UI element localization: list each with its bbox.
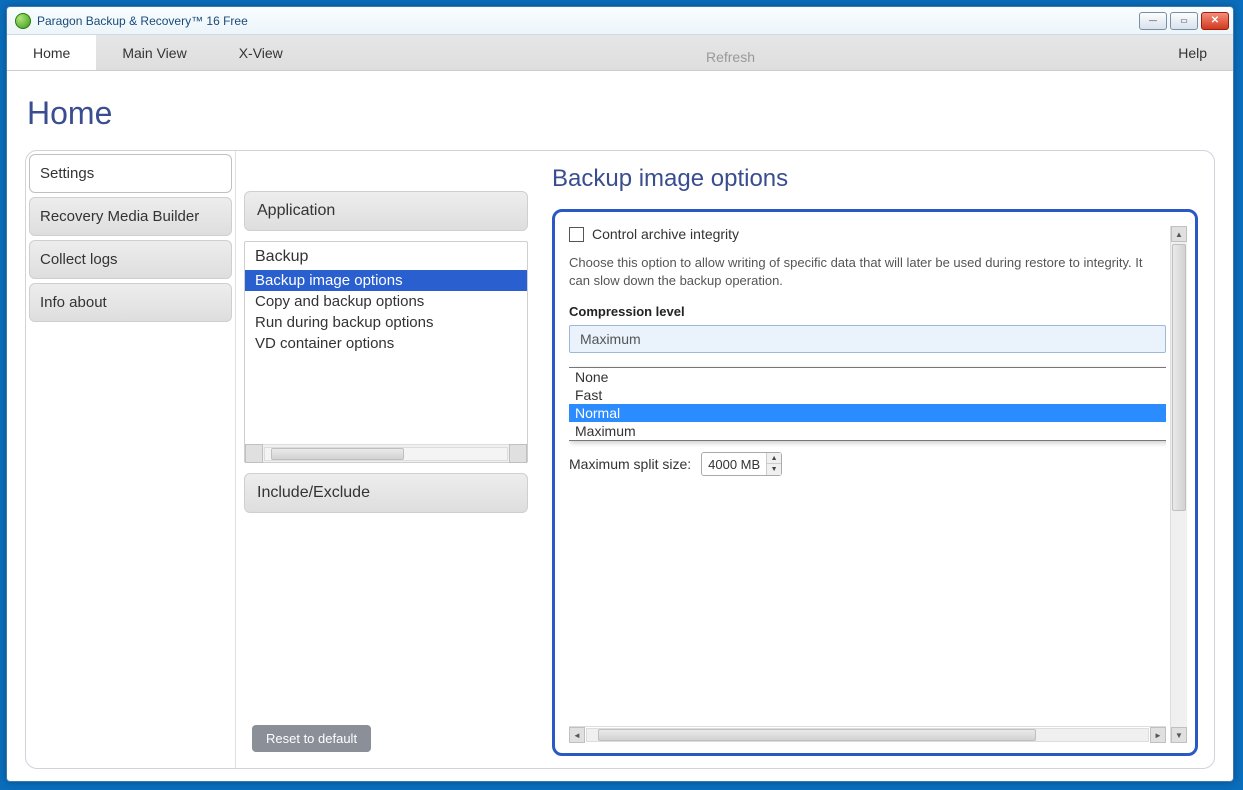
- vscroll-down-icon[interactable]: ▼: [1171, 727, 1187, 743]
- options-box: Control archive integrity Choose this op…: [552, 209, 1198, 756]
- copy-backup-options-item[interactable]: Copy and backup options: [245, 291, 527, 312]
- content-area: Home Settings Recovery Media Builder Col…: [7, 71, 1233, 781]
- run-during-backup-item[interactable]: Run during backup options: [245, 312, 527, 333]
- page-title: Home: [27, 95, 1215, 132]
- split-size-spinbox[interactable]: ▲ ▼: [701, 452, 782, 476]
- app-window: Paragon Backup & Recovery™ 16 Free — ▭ ✕…: [6, 6, 1234, 782]
- integrity-label: Control archive integrity: [592, 226, 739, 242]
- maximize-button[interactable]: ▭: [1170, 12, 1198, 30]
- tab-main-view[interactable]: Main View: [96, 35, 212, 70]
- dd-option-maximum[interactable]: Maximum: [569, 422, 1166, 440]
- tab-x-view[interactable]: X-View: [213, 35, 309, 70]
- section-backup-title[interactable]: Backup: [245, 248, 527, 270]
- options-hscroll[interactable]: ◄ ►: [569, 726, 1166, 743]
- help-link[interactable]: Help: [1152, 35, 1233, 70]
- tab-home[interactable]: Home: [7, 35, 96, 70]
- integrity-checkbox[interactable]: [569, 227, 584, 242]
- compression-label: Compression level: [569, 304, 1166, 319]
- dd-option-fast[interactable]: Fast: [569, 386, 1166, 404]
- integrity-description: Choose this option to allow writing of s…: [569, 254, 1166, 290]
- backup-image-options-item[interactable]: Backup image options: [245, 270, 527, 291]
- vd-container-options-item[interactable]: VD container options: [245, 333, 527, 354]
- options-panel: Backup image options Control archive int…: [536, 151, 1214, 768]
- vscroll-up-icon[interactable]: ▲: [1171, 226, 1187, 242]
- sidebar-item-recovery-media[interactable]: Recovery Media Builder: [29, 197, 232, 236]
- settings-categories: Application Backup Backup image options …: [236, 151, 536, 768]
- close-button[interactable]: ✕: [1201, 12, 1229, 30]
- sidebar-item-info-about[interactable]: Info about: [29, 283, 232, 322]
- hscroll-right-icon[interactable]: ►: [1150, 727, 1166, 743]
- menubar: Home Main View X-View Refresh Help: [7, 35, 1233, 71]
- window-buttons: — ▭ ✕: [1139, 12, 1229, 30]
- refresh-link[interactable]: Refresh: [309, 35, 1152, 70]
- sublist-hscroll[interactable]: [245, 444, 527, 462]
- split-label: Maximum split size:: [569, 456, 691, 472]
- split-size-input[interactable]: [702, 455, 766, 474]
- compression-dropdown: None Fast Normal Maximum: [569, 367, 1166, 441]
- below-dropdown-area: Maximum split size: ▲ ▼: [569, 446, 1166, 476]
- titlebar: Paragon Backup & Recovery™ 16 Free — ▭ ✕: [7, 7, 1233, 35]
- hscroll-left-icon[interactable]: ◄: [569, 727, 585, 743]
- spin-up-icon[interactable]: ▲: [767, 453, 781, 464]
- main-panel: Settings Recovery Media Builder Collect …: [25, 150, 1215, 769]
- sidebar: Settings Recovery Media Builder Collect …: [26, 151, 236, 768]
- section-include-exclude[interactable]: Include/Exclude: [244, 473, 528, 513]
- dd-option-none[interactable]: None: [569, 368, 1166, 386]
- minimize-button[interactable]: —: [1139, 12, 1167, 30]
- window-title: Paragon Backup & Recovery™ 16 Free: [37, 14, 1139, 28]
- reset-to-default-button[interactable]: Reset to default: [252, 725, 371, 752]
- sidebar-item-settings[interactable]: Settings: [29, 154, 232, 193]
- sidebar-item-collect-logs[interactable]: Collect logs: [29, 240, 232, 279]
- section-backup-box: Backup Backup image options Copy and bac…: [244, 241, 528, 463]
- options-inner: Control archive integrity Choose this op…: [569, 226, 1166, 743]
- integrity-row: Control archive integrity: [569, 226, 1166, 242]
- compression-combobox[interactable]: Maximum: [569, 325, 1166, 353]
- spin-down-icon[interactable]: ▼: [767, 464, 781, 475]
- section-application[interactable]: Application: [244, 191, 528, 231]
- dd-option-normal[interactable]: Normal: [569, 404, 1166, 422]
- app-icon: [15, 13, 31, 29]
- options-vscroll[interactable]: ▲ ▼: [1170, 226, 1187, 743]
- split-row: Maximum split size: ▲ ▼: [569, 452, 1166, 476]
- options-title: Backup image options: [552, 165, 1198, 193]
